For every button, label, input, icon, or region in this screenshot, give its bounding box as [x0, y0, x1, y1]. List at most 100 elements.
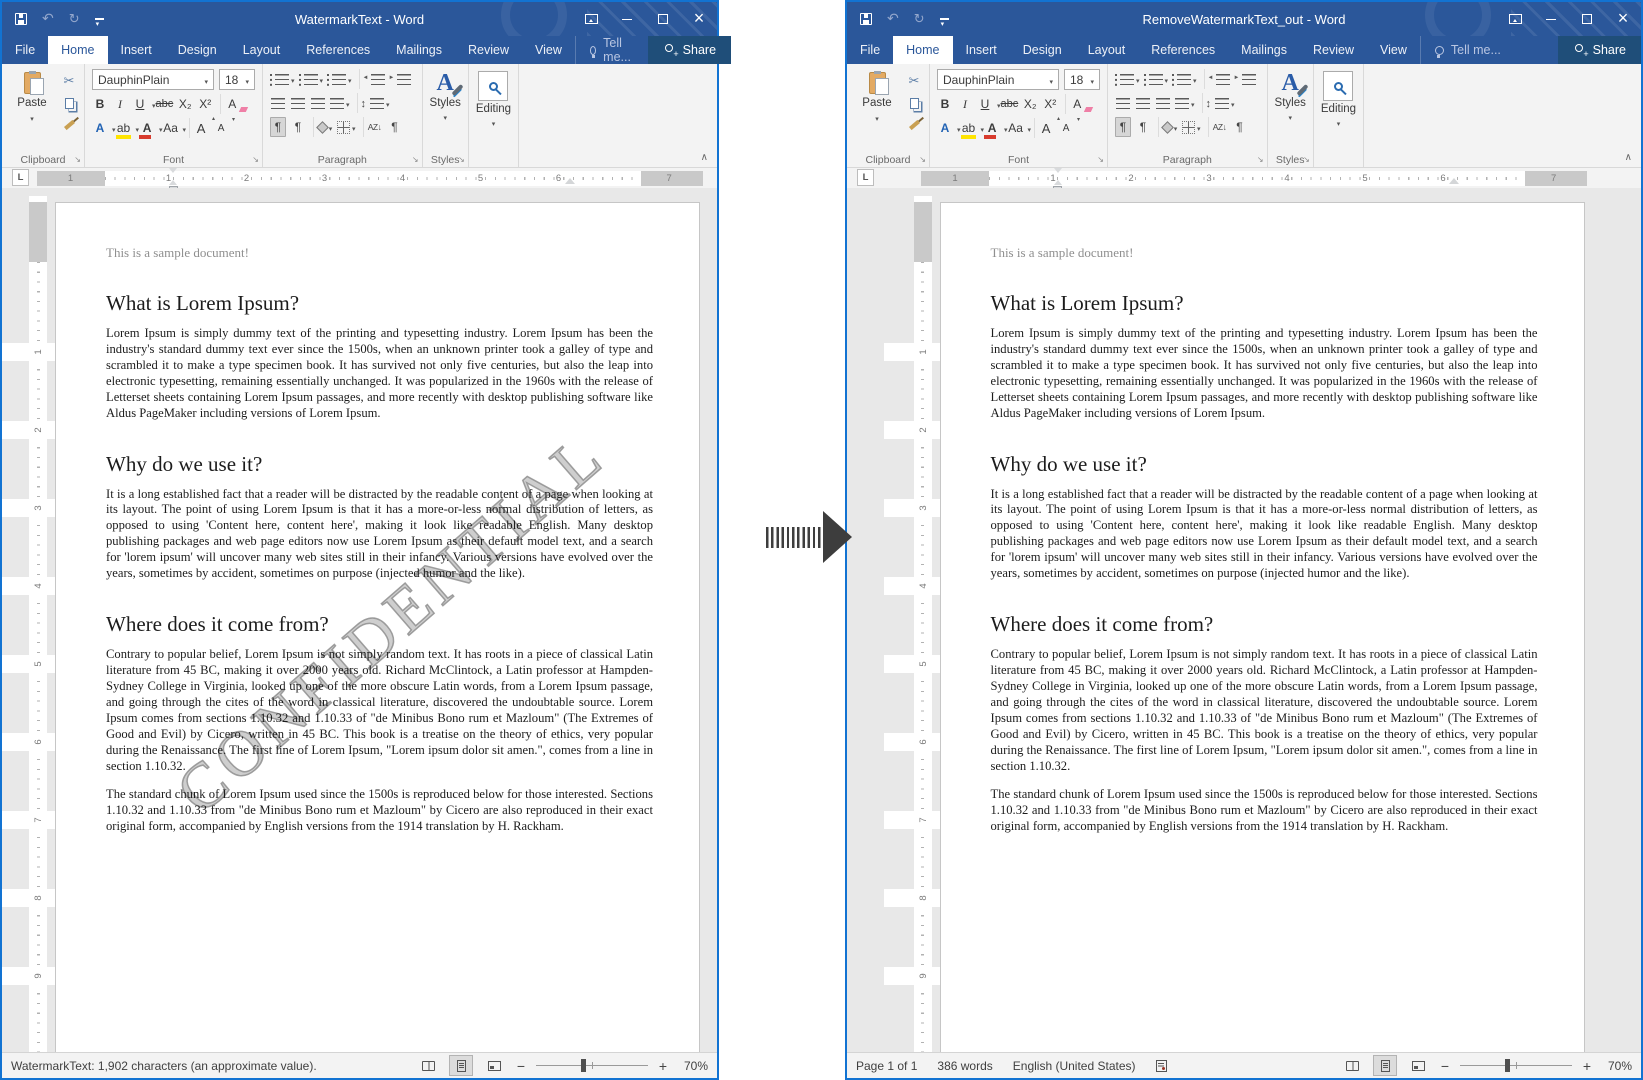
find-button[interactable] — [1323, 71, 1353, 101]
ribbon-display-options-button[interactable] — [573, 2, 609, 36]
format-painter-button[interactable] — [906, 115, 922, 135]
bold-button[interactable]: B — [937, 94, 953, 114]
text-effects-button[interactable]: A — [937, 118, 953, 138]
underline-button[interactable]: U — [132, 94, 148, 114]
zoom-in-button[interactable]: + — [1581, 1058, 1593, 1074]
align-right-button[interactable] — [310, 93, 326, 113]
styles-button[interactable]: A Styles — [430, 69, 461, 123]
ribbon-tab[interactable]: Insert — [108, 36, 165, 64]
document-page[interactable]: This is a sample document! What is Lorem… — [940, 202, 1585, 1052]
font-color-button[interactable]: A — [984, 118, 1000, 138]
ribbon-tab[interactable]: Home — [48, 36, 107, 64]
align-center-button[interactable] — [290, 93, 306, 113]
ribbon-tab[interactable]: Design — [165, 36, 230, 64]
numbering-button[interactable] — [1144, 69, 1169, 89]
copy-button[interactable] — [61, 93, 77, 113]
zoom-slider[interactable] — [1460, 1065, 1572, 1066]
clipboard-dialog-launcher-icon[interactable] — [919, 155, 926, 164]
chevron-down-icon[interactable] — [183, 121, 187, 135]
styles-button[interactable]: A Styles — [1275, 69, 1306, 123]
zoom-slider[interactable] — [536, 1065, 648, 1066]
styles-dialog-launcher-icon[interactable] — [1303, 155, 1310, 164]
paragraph-dialog-launcher-icon[interactable] — [412, 155, 419, 164]
read-mode-button[interactable] — [1340, 1055, 1364, 1076]
web-layout-button[interactable] — [482, 1055, 506, 1076]
read-mode-button[interactable] — [416, 1055, 440, 1076]
justify-button[interactable] — [1175, 93, 1195, 113]
change-case-button[interactable]: Aa — [163, 118, 179, 138]
show-paragraph-marks-button[interactable]: ¶ — [1232, 117, 1248, 137]
increase-indent-button[interactable] — [389, 69, 411, 89]
ribbon-tab[interactable]: Design — [1010, 36, 1075, 64]
align-right-button[interactable] — [1155, 93, 1171, 113]
close-button[interactable] — [681, 2, 717, 36]
strikethrough-button[interactable]: abc — [1001, 94, 1019, 114]
tell-me-box[interactable]: Tell me... — [1420, 36, 1515, 64]
minimize-button[interactable] — [1533, 2, 1569, 36]
numbering-button[interactable] — [299, 69, 324, 89]
ribbon-tab[interactable]: View — [1367, 36, 1420, 64]
ribbon-tab[interactable]: Home — [893, 36, 952, 64]
restore-button[interactable] — [1569, 2, 1605, 36]
zoom-out-button[interactable]: − — [1439, 1058, 1451, 1074]
collapse-ribbon-icon[interactable] — [1625, 152, 1632, 163]
align-left-button[interactable] — [270, 93, 286, 113]
align-left-button[interactable] — [1115, 93, 1131, 113]
indent-marker-right[interactable] — [565, 173, 575, 184]
ribbon-tab[interactable]: Layout — [230, 36, 294, 64]
sort-button[interactable]: AZ↓ — [367, 117, 383, 137]
superscript-button[interactable]: X² — [197, 94, 213, 114]
show-paragraph-marks-button[interactable]: ¶ — [387, 117, 403, 137]
indent-marker-right[interactable] — [1449, 173, 1459, 184]
zoom-level[interactable]: 70% — [1602, 1059, 1632, 1073]
bold-button[interactable]: B — [92, 94, 108, 114]
indent-marker-left[interactable] — [1053, 168, 1062, 185]
underline-button[interactable]: U — [977, 94, 993, 114]
ribbon-tab[interactable]: Mailings — [383, 36, 455, 64]
decrease-indent-button[interactable] — [363, 69, 385, 89]
left-to-right-button[interactable]: ¶ — [1115, 117, 1131, 137]
styles-dialog-launcher-icon[interactable] — [458, 155, 465, 164]
shading-button[interactable] — [317, 117, 333, 137]
line-spacing-button[interactable] — [361, 93, 390, 113]
left-to-right-button[interactable]: ¶ — [270, 117, 286, 137]
borders-button[interactable] — [337, 117, 356, 137]
paste-button[interactable]: Paste — [9, 69, 55, 135]
close-button[interactable] — [1605, 2, 1641, 36]
font-dialog-launcher-icon[interactable] — [1097, 155, 1104, 164]
bullets-button[interactable] — [1115, 69, 1140, 89]
font-size-select[interactable]: 18 — [1064, 69, 1100, 90]
font-name-select[interactable]: DauphinPlain — [937, 69, 1059, 90]
font-dialog-launcher-icon[interactable] — [252, 155, 259, 164]
ribbon-tab[interactable]: File — [847, 36, 893, 64]
subscript-button[interactable]: X₂ — [177, 94, 193, 114]
tell-me-box[interactable]: Tell me... — [575, 36, 648, 64]
font-name-select[interactable]: DauphinPlain — [92, 69, 214, 90]
ribbon-tab[interactable]: Review — [455, 36, 522, 64]
collapse-ribbon-icon[interactable] — [701, 152, 708, 163]
justify-button[interactable] — [330, 93, 350, 113]
character-count-status[interactable]: WatermarkText: 1,902 characters (an appr… — [11, 1059, 317, 1073]
print-layout-button[interactable] — [449, 1055, 473, 1076]
paragraph-dialog-launcher-icon[interactable] — [1257, 155, 1264, 164]
italic-button[interactable]: I — [112, 94, 128, 114]
tab-selector-button[interactable] — [12, 169, 29, 186]
document-page[interactable]: CONFIDENTIAL This is a sample document! … — [55, 202, 700, 1052]
ribbon-tab[interactable]: File — [2, 36, 48, 64]
ribbon-display-options-button[interactable] — [1497, 2, 1533, 36]
share-button[interactable]: Share — [1558, 36, 1641, 64]
decrease-indent-button[interactable] — [1208, 69, 1230, 89]
text-effects-button[interactable]: A — [92, 118, 108, 138]
clipboard-dialog-launcher-icon[interactable] — [74, 155, 81, 164]
word-count-status[interactable]: 386 words — [937, 1059, 992, 1073]
grow-font-button[interactable]: A — [1038, 118, 1054, 138]
ribbon-tab[interactable]: View — [522, 36, 575, 64]
bullets-button[interactable] — [270, 69, 295, 89]
minimize-button[interactable] — [609, 2, 645, 36]
multilevel-list-button[interactable] — [327, 69, 352, 89]
zoom-in-button[interactable]: + — [657, 1058, 669, 1074]
increase-indent-button[interactable] — [1234, 69, 1256, 89]
right-to-left-button[interactable]: ¶ — [1135, 117, 1151, 137]
find-button[interactable] — [478, 71, 508, 101]
editing-button[interactable]: Editing — [476, 69, 511, 129]
